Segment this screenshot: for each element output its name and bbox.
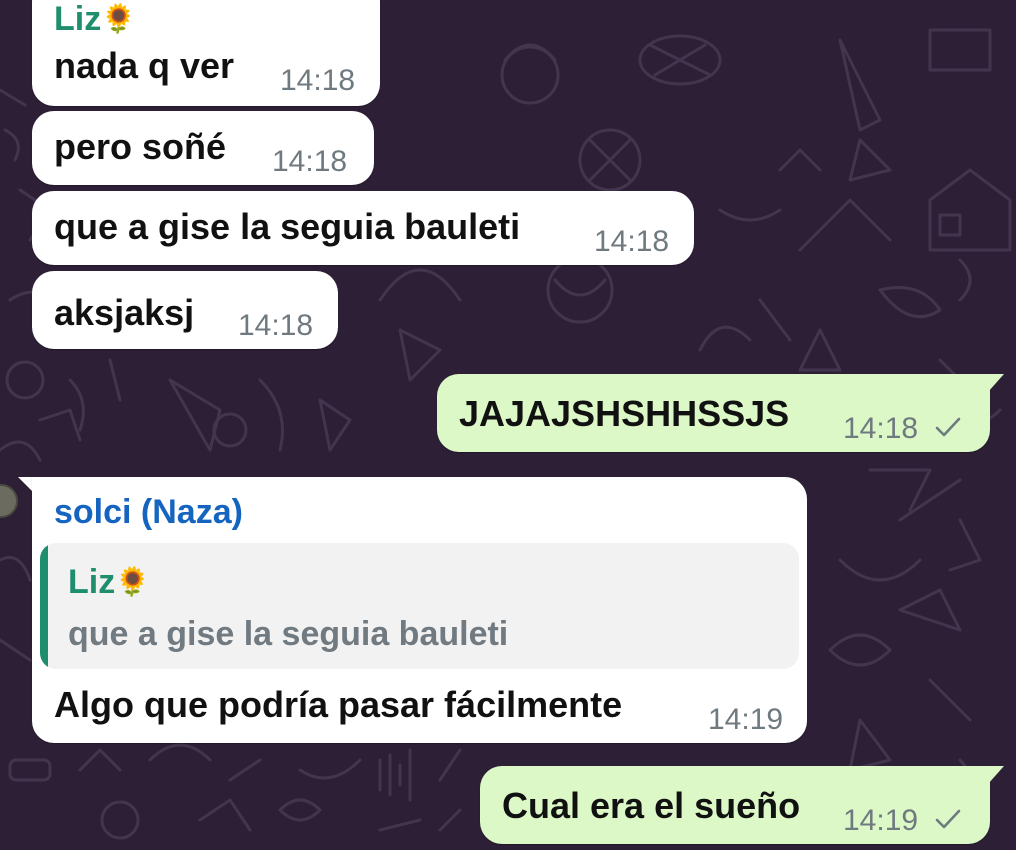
message-text: que a gise la seguia bauleti — [54, 206, 521, 247]
quote-accent-bar — [40, 543, 48, 669]
message-text: JAJAJSHSHHSSJS — [459, 393, 790, 434]
message-bubble-incoming[interactable]: solci (Naza) Liz🌻 que a gise la seguia b… — [32, 477, 807, 743]
single-check-icon — [935, 809, 961, 829]
message-bubble-outgoing[interactable]: Cual era el sueño 14:19 — [480, 766, 990, 844]
message-text: Cual era el sueño — [502, 785, 801, 826]
sender-name: Liz🌻 — [54, 0, 137, 38]
message-timestamp: 14:18 — [843, 412, 919, 445]
bubble-tail-outgoing — [988, 766, 1004, 784]
sender-name: solci (Naza) — [54, 493, 243, 531]
message-bubble-incoming[interactable]: pero soñé 14:18 — [32, 111, 374, 185]
single-check-icon — [935, 417, 961, 437]
sunflower-emoji-icon: 🌻 — [101, 3, 137, 34]
quoted-message-text: que a gise la seguia bauleti — [68, 615, 509, 653]
message-bubble-incoming[interactable]: que a gise la seguia bauleti 14:18 — [32, 191, 694, 265]
message-timestamp: 14:18 — [238, 309, 314, 342]
message-bubble-outgoing[interactable]: JAJAJSHSHHSSJS 14:18 — [437, 374, 990, 452]
quoted-message[interactable]: Liz🌻 que a gise la seguia bauleti — [40, 543, 799, 669]
message-timestamp: 14:18 — [272, 145, 348, 178]
message-timestamp: 14:19 — [708, 703, 784, 736]
message-text: pero soñé — [54, 126, 227, 167]
message-bubble-incoming[interactable]: Liz🌻 nada q ver 14:18 — [32, 0, 380, 106]
message-text: Algo que podría pasar fácilmente — [54, 684, 623, 725]
message-timestamp: 14:18 — [594, 225, 670, 258]
message-text: aksjaksj — [54, 292, 195, 333]
message-timestamp: 14:18 — [280, 64, 356, 97]
message-timestamp: 14:19 — [843, 804, 919, 837]
quoted-sender-name: Liz🌻 — [68, 563, 151, 601]
message-bubble-incoming[interactable]: aksjaksj 14:18 — [32, 271, 338, 349]
bubble-tail-outgoing — [988, 374, 1004, 392]
message-text: nada q ver — [54, 45, 235, 86]
sunflower-emoji-icon: 🌻 — [115, 566, 151, 597]
